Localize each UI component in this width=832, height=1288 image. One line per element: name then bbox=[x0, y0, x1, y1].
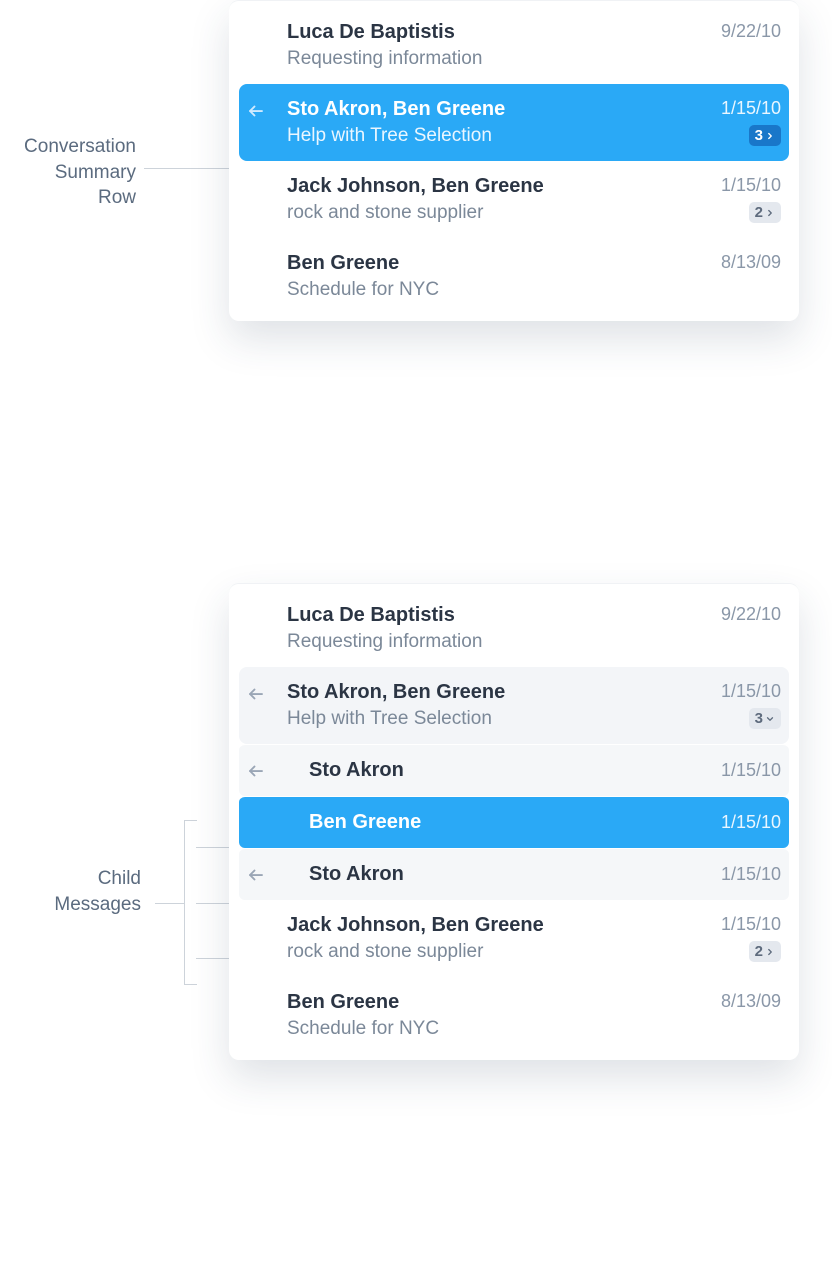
chevron-right-icon bbox=[765, 131, 775, 141]
conversation-sender: Jack Johnson, Ben Greene bbox=[287, 175, 715, 198]
conversation-subject: Requesting information bbox=[287, 48, 715, 70]
chevron-right-icon bbox=[765, 947, 775, 957]
conversation-date: 8/13/09 bbox=[721, 991, 781, 1012]
conversation-sender: Luca De Baptistis bbox=[287, 604, 715, 627]
reply-arrow-icon bbox=[247, 685, 265, 703]
conversation-row[interactable]: Luca De Baptistis Requesting information… bbox=[229, 590, 799, 667]
child-date: 1/15/10 bbox=[721, 812, 781, 833]
thread-count: 3 bbox=[755, 127, 763, 144]
thread-count-badge[interactable]: 2 bbox=[749, 941, 781, 962]
conversation-row-expanded[interactable]: Sto Akron, Ben Greene Help with Tree Sel… bbox=[239, 667, 789, 744]
conversation-list-panel-collapsed: Luca De Baptistis Requesting information… bbox=[229, 0, 799, 321]
child-messages-group: Sto Akron 1/15/10 Ben Greene 1/15/10 Sto… bbox=[239, 744, 789, 900]
annotation-summary-row: Conversation Summary Row bbox=[0, 134, 136, 211]
conversation-subject: Requesting information bbox=[287, 631, 715, 653]
conversation-date: 1/15/10 bbox=[721, 175, 781, 196]
reply-arrow-icon bbox=[247, 102, 265, 120]
conversation-sender: Sto Akron, Ben Greene bbox=[287, 98, 715, 121]
conversation-sender: Jack Johnson, Ben Greene bbox=[287, 914, 715, 937]
conversation-date: 1/15/10 bbox=[721, 914, 781, 935]
conversation-date: 1/15/10 bbox=[721, 98, 781, 119]
conversation-list-panel-expanded: Luca De Baptistis Requesting information… bbox=[229, 583, 799, 1060]
conversation-row[interactable]: Jack Johnson, Ben Greene rock and stone … bbox=[229, 900, 799, 977]
thread-count-badge[interactable]: 2 bbox=[749, 202, 781, 223]
chevron-right-icon bbox=[765, 208, 775, 218]
conversation-subject: Schedule for NYC bbox=[287, 279, 715, 301]
annotation-child-messages: Child Messages bbox=[36, 866, 141, 917]
thread-count-badge[interactable]: 3 bbox=[749, 708, 781, 729]
annotation-line bbox=[196, 903, 230, 904]
conversation-subject: rock and stone supplier bbox=[287, 202, 715, 224]
conversation-subject: rock and stone supplier bbox=[287, 941, 715, 963]
child-sender: Ben Greene bbox=[309, 811, 721, 834]
conversation-date: 9/22/10 bbox=[721, 21, 781, 42]
child-date: 1/15/10 bbox=[721, 864, 781, 885]
conversation-sender: Luca De Baptistis bbox=[287, 21, 715, 44]
child-message-row[interactable]: Sto Akron 1/15/10 bbox=[239, 744, 789, 796]
thread-count: 2 bbox=[755, 204, 763, 221]
conversation-row-selected[interactable]: Sto Akron, Ben Greene Help with Tree Sel… bbox=[239, 84, 789, 161]
conversation-sender: Sto Akron, Ben Greene bbox=[287, 681, 715, 704]
chevron-down-icon bbox=[765, 714, 775, 724]
conversation-date: 1/15/10 bbox=[721, 681, 781, 702]
reply-arrow-icon bbox=[247, 866, 265, 884]
conversation-date: 9/22/10 bbox=[721, 604, 781, 625]
conversation-sender: Ben Greene bbox=[287, 991, 715, 1014]
annotation-line bbox=[196, 958, 230, 959]
annotation-bracket bbox=[184, 820, 185, 985]
annotation-line bbox=[196, 847, 230, 848]
conversation-row[interactable]: Luca De Baptistis Requesting information… bbox=[229, 7, 799, 84]
conversation-date: 8/13/09 bbox=[721, 252, 781, 273]
child-sender: Sto Akron bbox=[309, 863, 721, 886]
child-date: 1/15/10 bbox=[721, 760, 781, 781]
conversation-row[interactable]: Ben Greene Schedule for NYC 8/13/09 bbox=[229, 977, 799, 1054]
conversation-subject: Schedule for NYC bbox=[287, 1018, 715, 1040]
reply-arrow-icon bbox=[247, 762, 265, 780]
child-message-row-selected[interactable]: Ben Greene 1/15/10 bbox=[239, 796, 789, 848]
thread-count-badge[interactable]: 3 bbox=[749, 125, 781, 146]
conversation-subject: Help with Tree Selection bbox=[287, 125, 715, 147]
thread-count: 2 bbox=[755, 943, 763, 960]
conversation-subject: Help with Tree Selection bbox=[287, 708, 715, 730]
conversation-sender: Ben Greene bbox=[287, 252, 715, 275]
thread-count: 3 bbox=[755, 710, 763, 727]
conversation-row[interactable]: Jack Johnson, Ben Greene rock and stone … bbox=[229, 161, 799, 238]
child-message-row[interactable]: Sto Akron 1/15/10 bbox=[239, 848, 789, 900]
annotation-line bbox=[144, 168, 229, 169]
conversation-row[interactable]: Ben Greene Schedule for NYC 8/13/09 bbox=[229, 238, 799, 315]
child-sender: Sto Akron bbox=[309, 759, 721, 782]
